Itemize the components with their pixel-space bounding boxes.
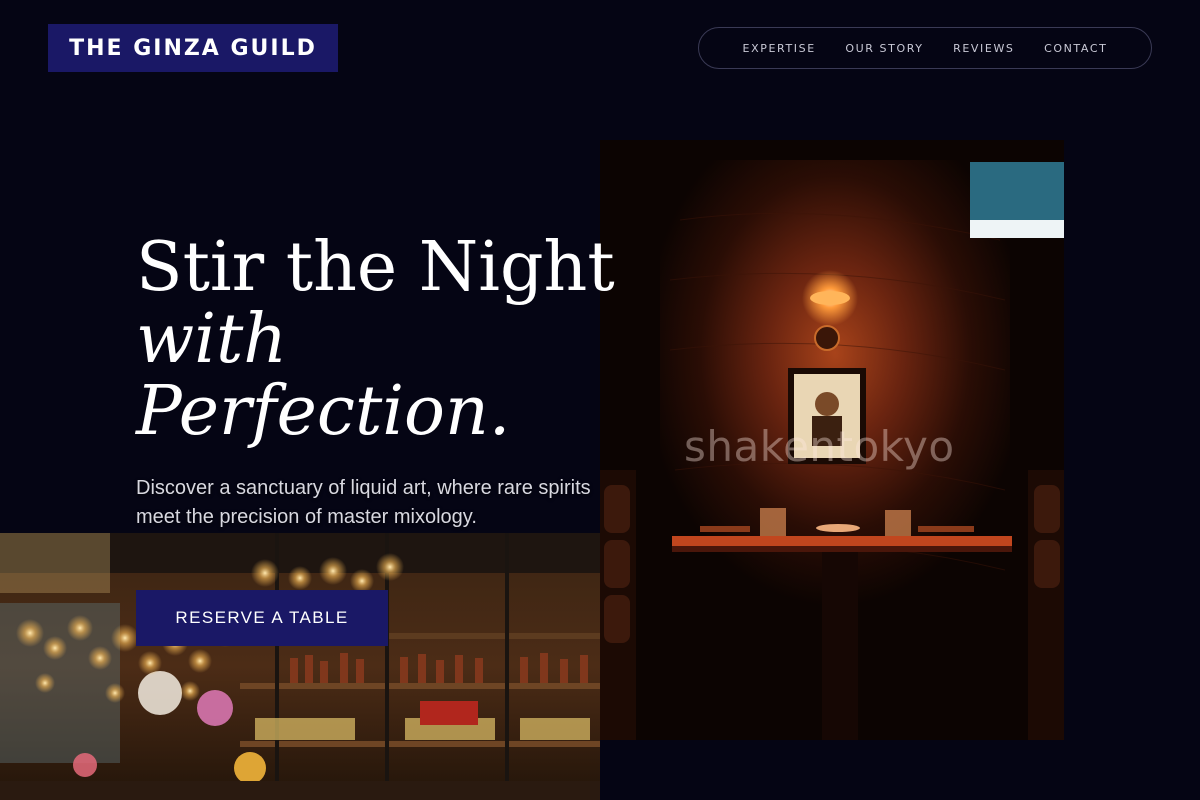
nav-link-expertise[interactable]: EXPERTISE bbox=[743, 42, 816, 55]
hero-title-line-2: with bbox=[136, 300, 288, 379]
brand-name: THE GINZA GUILD bbox=[69, 35, 317, 61]
nav-link-contact[interactable]: CONTACT bbox=[1044, 42, 1107, 55]
hero-title-line-3: Perfection. bbox=[136, 372, 511, 451]
hero-title-line-1: Stir the Night bbox=[136, 228, 615, 307]
booth-photo: shakentokyo bbox=[600, 140, 1064, 740]
hero-subtitle: Discover a sanctuary of liquid art, wher… bbox=[136, 477, 591, 528]
image-watermark: shakentokyo bbox=[684, 422, 955, 471]
nav-link-our-story[interactable]: OUR STORY bbox=[845, 42, 923, 55]
reserve-table-button[interactable]: RESERVE A TABLE bbox=[136, 590, 388, 646]
main-nav: EXPERTISE OUR STORY REVIEWS CONTACT bbox=[698, 27, 1152, 69]
hero-title: Stir the Night with Perfection. bbox=[136, 232, 615, 448]
bar-interior-illustration bbox=[0, 533, 600, 800]
nav-link-reviews[interactable]: REVIEWS bbox=[953, 42, 1014, 55]
bar-interior-photo bbox=[0, 533, 600, 800]
booth-table bbox=[672, 536, 1012, 546]
brand-logo[interactable]: THE GINZA GUILD bbox=[48, 24, 338, 72]
